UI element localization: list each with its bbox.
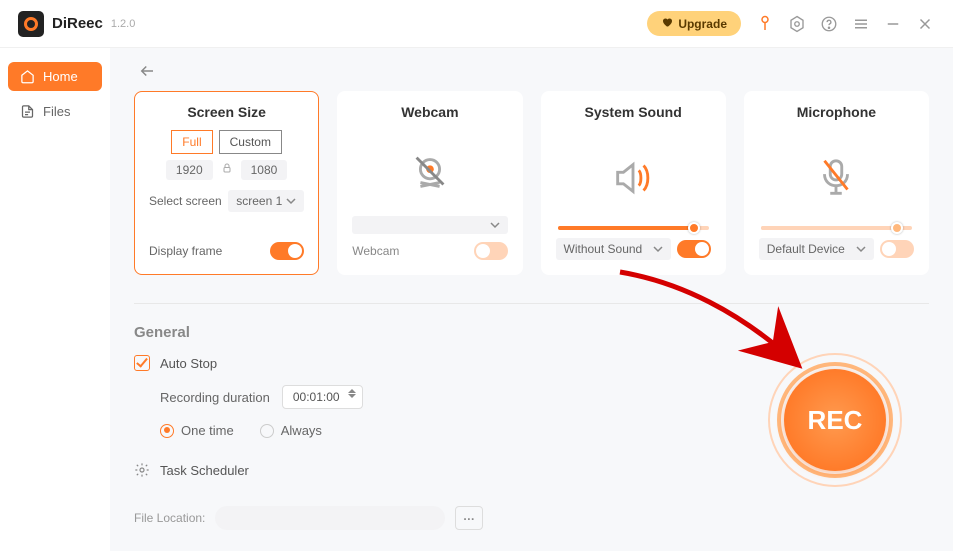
radio-always-indicator xyxy=(260,424,274,438)
sound-title: System Sound xyxy=(556,104,711,120)
nav-home[interactable]: Home xyxy=(8,62,102,91)
upgrade-label: Upgrade xyxy=(678,17,727,31)
sidebar: Home Files xyxy=(0,48,110,551)
gear-icon xyxy=(134,462,150,478)
auto-stop-checkbox[interactable] xyxy=(134,355,150,371)
tab-full[interactable]: Full xyxy=(171,130,212,154)
width-value[interactable]: 1920 xyxy=(166,160,213,180)
auto-stop-label: Auto Stop xyxy=(160,356,217,371)
radio-one-time[interactable]: One time xyxy=(160,423,234,438)
mic-volume-slider[interactable] xyxy=(761,226,912,230)
back-button[interactable] xyxy=(134,62,929,85)
radio-one-time-indicator xyxy=(160,424,174,438)
chevron-down-icon xyxy=(490,220,500,230)
record-button[interactable]: REC xyxy=(784,369,886,471)
webcam-label: Webcam xyxy=(352,244,399,258)
nav-home-label: Home xyxy=(43,69,78,84)
chevron-down-icon xyxy=(653,244,663,254)
mic-off-icon xyxy=(759,130,914,226)
sound-toggle[interactable] xyxy=(677,240,711,258)
heart-icon xyxy=(661,16,673,31)
app-version: 1.2.0 xyxy=(111,18,135,30)
app-name: DiReec xyxy=(52,15,103,32)
card-microphone[interactable]: Microphone Default Device xyxy=(744,91,929,275)
close-button[interactable] xyxy=(915,14,935,34)
nav-files[interactable]: Files xyxy=(8,97,102,126)
duration-label: Recording duration xyxy=(160,390,270,405)
radio-always-label: Always xyxy=(281,423,322,438)
webcam-off-icon xyxy=(352,130,507,216)
select-screen-value: screen 1 xyxy=(236,194,282,208)
some-tool-icon[interactable] xyxy=(755,14,775,34)
webcam-title: Webcam xyxy=(352,104,507,120)
radio-always[interactable]: Always xyxy=(260,423,322,438)
sound-volume-slider[interactable] xyxy=(558,226,709,230)
card-screen-size[interactable]: Screen Size Full Custom 1920 1080 Select… xyxy=(134,91,319,275)
app-logo xyxy=(18,11,44,37)
height-value[interactable]: 1080 xyxy=(241,160,288,180)
duration-input[interactable]: 00:01:00 xyxy=(282,385,363,409)
nav-files-label: Files xyxy=(43,104,70,119)
display-frame-toggle[interactable] xyxy=(270,242,304,260)
settings-icon[interactable] xyxy=(787,14,807,34)
menu-icon[interactable] xyxy=(851,14,871,34)
lock-icon[interactable] xyxy=(221,161,233,179)
file-location-input[interactable] xyxy=(215,506,445,530)
title-bar: DiReec 1.2.0 Upgrade xyxy=(0,0,953,48)
browse-button[interactable]: … xyxy=(455,506,483,530)
help-icon[interactable] xyxy=(819,14,839,34)
sound-device-select[interactable]: Without Sound xyxy=(556,238,671,260)
radio-one-time-label: One time xyxy=(181,423,234,438)
divider xyxy=(134,303,929,304)
webcam-toggle[interactable] xyxy=(474,242,508,260)
display-frame-label: Display frame xyxy=(149,244,222,258)
select-screen-label: Select screen xyxy=(149,194,222,208)
tab-custom[interactable]: Custom xyxy=(219,130,282,154)
duration-step-down[interactable] xyxy=(348,394,356,398)
minimize-button[interactable] xyxy=(883,14,903,34)
screen-size-title: Screen Size xyxy=(149,104,304,120)
card-webcam[interactable]: Webcam Webcam xyxy=(337,91,522,275)
mic-device-value: Default Device xyxy=(767,242,845,256)
card-system-sound[interactable]: System Sound Without Sound xyxy=(541,91,726,275)
duration-value: 00:01:00 xyxy=(293,390,340,404)
file-location-label: File Location: xyxy=(134,511,205,525)
select-screen-dropdown[interactable]: screen 1 xyxy=(228,190,304,212)
mic-title: Microphone xyxy=(759,104,914,120)
chevron-down-icon xyxy=(286,196,296,206)
task-scheduler-label: Task Scheduler xyxy=(160,463,249,478)
mic-toggle[interactable] xyxy=(880,240,914,258)
sound-device-value: Without Sound xyxy=(564,242,643,256)
record-button-container: REC xyxy=(765,350,905,490)
speaker-icon xyxy=(556,130,711,226)
upgrade-button[interactable]: Upgrade xyxy=(647,11,741,36)
rec-label: REC xyxy=(808,405,863,436)
duration-step-up[interactable] xyxy=(348,389,356,393)
webcam-device-select[interactable] xyxy=(352,216,507,234)
chevron-down-icon xyxy=(856,244,866,254)
general-heading: General xyxy=(134,324,929,341)
mic-device-select[interactable]: Default Device xyxy=(759,238,874,260)
